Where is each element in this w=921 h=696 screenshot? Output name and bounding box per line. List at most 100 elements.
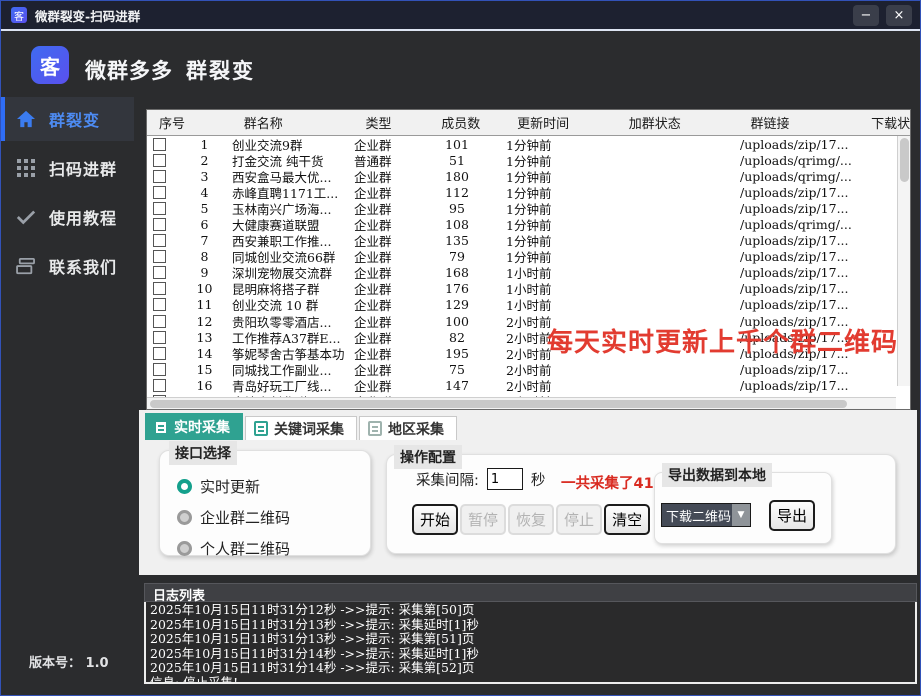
check-icon [15, 209, 37, 225]
log-list-title: 日志列表 [144, 583, 917, 602]
cell-link: /uploads/zip/17... [740, 314, 861, 329]
version-label: 版本号： 1.0 [29, 652, 109, 671]
horizontal-scrollbar[interactable] [147, 397, 896, 409]
export-type-value: 下载二维码 [662, 504, 732, 526]
row-checkbox[interactable] [153, 347, 166, 360]
row-checkbox[interactable] [153, 363, 166, 376]
column-header[interactable]: 下载状态 [859, 113, 910, 132]
tab-3[interactable]: 地区采集 [359, 416, 457, 440]
export-type-dropdown[interactable]: 下载二维码 ▼ [661, 503, 751, 527]
row-checkbox[interactable] [153, 218, 166, 231]
column-header[interactable]: 类型 [353, 113, 429, 132]
cell-members: 135 [430, 233, 506, 248]
vertical-scrollbar[interactable] [897, 136, 910, 386]
cell-seq: 3 [177, 169, 232, 184]
cell-seq: 6 [177, 217, 232, 232]
cell-link: /uploads/qrimg/... [740, 217, 861, 232]
cell-seq: 14 [177, 346, 232, 361]
radio-icon[interactable] [177, 479, 192, 494]
sidebar-item-1[interactable]: 群裂变 [1, 97, 134, 141]
cell-members: 180 [430, 169, 506, 184]
close-button[interactable]: × [886, 5, 912, 26]
tab-label: 关键词采集 [274, 419, 344, 439]
column-header[interactable]: 成员数 [429, 113, 505, 132]
cell-seq: 16 [177, 378, 232, 393]
grid-icon [15, 159, 37, 177]
row-checkbox[interactable] [153, 298, 166, 311]
minimize-button[interactable]: − [853, 5, 879, 26]
action-button[interactable]: 清空 [604, 504, 650, 535]
row-checkbox[interactable] [153, 315, 166, 328]
operation-config-title: 操作配置 [394, 445, 462, 469]
sidebar: 群裂变扫码进群使用教程联系我们 版本号： 1.0 [1, 97, 134, 695]
brand-logo: 客 [31, 46, 69, 84]
row-checkbox[interactable] [153, 266, 166, 279]
interval-input[interactable] [487, 468, 523, 490]
brand-name: 微群多多 [85, 55, 173, 85]
cell-link: /uploads/zip/17... [740, 346, 861, 361]
cell-seq: 2 [177, 153, 232, 168]
tab-label: 实时采集 [174, 417, 230, 437]
column-header[interactable]: 更新时间 [505, 113, 617, 132]
sidebar-item-2[interactable]: 扫码进群 [1, 146, 134, 190]
cell-link: /uploads/zip/17... [740, 330, 861, 345]
cell-link: /uploads/zip/17... [740, 249, 861, 264]
column-header[interactable]: 加群状态 [617, 113, 739, 132]
cell-members: 82 [430, 330, 506, 345]
app-window: { "window": { "title": "微群裂变-扫码进群", "app… [0, 0, 921, 696]
row-checkbox[interactable] [153, 250, 166, 263]
tab-1[interactable]: 实时采集 [145, 413, 243, 440]
cell-members: 129 [430, 297, 506, 312]
export-box-title: 导出数据到本地 [662, 463, 772, 487]
action-button[interactable]: 开始 [412, 504, 458, 535]
radio-option-2[interactable]: 企业群二维码 [177, 507, 363, 528]
column-header[interactable]: 群链接 [738, 113, 859, 132]
table-header: 序号群名称类型成员数更新时间加群状态群链接下载状态 [147, 110, 910, 136]
document-icon [368, 421, 382, 436]
group-table: 序号群名称类型成员数更新时间加群状态群链接下载状态 1创业交流9群企业群1011… [146, 109, 911, 410]
disabled-action-button: 停止 [556, 504, 602, 535]
row-checkbox[interactable] [153, 138, 166, 151]
row-checkbox[interactable] [153, 170, 166, 183]
cell-members: 195 [430, 346, 506, 361]
row-checkbox[interactable] [153, 282, 166, 295]
sidebar-item-3[interactable]: 使用教程 [1, 195, 134, 239]
tab-2[interactable]: 关键词采集 [245, 416, 357, 440]
row-checkbox[interactable] [153, 331, 166, 344]
cell-seq: 10 [177, 281, 232, 296]
collect-panel: 实时采集关键词采集地区采集 接口选择 实时更新企业群二维码个人群二维码 操作配置… [139, 410, 917, 575]
log-line: 2025年10月15日11时31分13秒 ->>提示: 采集延时[1]秒 [150, 618, 911, 633]
document-icon [254, 421, 268, 436]
row-checkbox[interactable] [153, 202, 166, 215]
row-checkbox[interactable] [153, 234, 166, 247]
row-checkbox[interactable] [153, 186, 166, 199]
cell-link: /uploads/zip/17... [740, 201, 861, 216]
radio-icon[interactable] [177, 541, 192, 556]
cell-seq: 15 [177, 362, 232, 377]
window-title: 微群裂变-扫码进群 [35, 6, 140, 25]
interval-row: 采集间隔: 秒 [416, 468, 545, 490]
column-header[interactable]: 序号 [147, 113, 232, 132]
interval-label: 采集间隔: [416, 469, 479, 490]
row-checkbox[interactable] [153, 379, 166, 392]
export-button[interactable]: 导出 [769, 500, 815, 531]
radio-option-1[interactable]: 实时更新 [177, 476, 363, 497]
title-bar[interactable]: 客 微群裂变-扫码进群 − × [1, 1, 920, 31]
log-list[interactable]: 2025年10月15日11时31分12秒 ->>提示: 采集第[50]页2025… [144, 602, 917, 684]
cell-link: /uploads/zip/17... [740, 265, 861, 280]
radio-option-3[interactable]: 个人群二维码 [177, 538, 363, 559]
radio-label: 实时更新 [200, 476, 260, 497]
column-header[interactable]: 群名称 [232, 113, 354, 132]
radio-icon[interactable] [177, 510, 192, 525]
radio-label: 个人群二维码 [200, 538, 290, 559]
chevron-down-icon[interactable]: ▼ [732, 504, 750, 526]
vertical-scrollbar-thumb[interactable] [900, 138, 909, 182]
horizontal-scrollbar-thumb[interactable] [150, 400, 847, 408]
row-checkbox[interactable] [153, 154, 166, 167]
cell-link: /uploads/qrimg/... [740, 153, 861, 168]
radio-label: 企业群二维码 [200, 507, 290, 528]
sidebar-item-4[interactable]: 联系我们 [1, 244, 134, 288]
cell-link: /uploads/zip/17... [740, 185, 861, 200]
cell-link: /uploads/zip/17... [740, 233, 861, 248]
cell-members: 101 [430, 137, 506, 152]
